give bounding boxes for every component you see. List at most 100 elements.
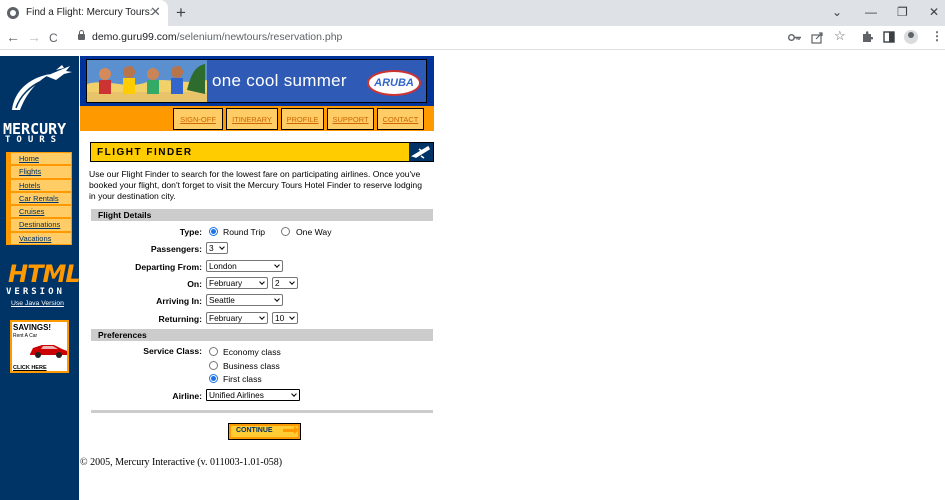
passengers-label: Passengers: <box>150 244 202 254</box>
sidebar-item-label[interactable]: Flights <box>19 167 41 176</box>
business-class-radio[interactable] <box>209 361 218 370</box>
chevron-down-icon <box>289 314 295 320</box>
back-icon[interactable]: ← <box>6 29 20 45</box>
puzzle-icon[interactable] <box>861 31 873 43</box>
lock-icon[interactable] <box>78 30 85 40</box>
chevron-down-icon <box>289 279 295 285</box>
return-day-value: 10 <box>275 313 285 323</box>
nav-sign-off[interactable]: SIGN-OFF <box>173 108 223 130</box>
nav-support[interactable]: SUPPORT <box>327 108 374 130</box>
economy-class-label[interactable]: Economy class <box>223 347 281 357</box>
chevron-down-icon <box>274 262 280 268</box>
flight-finder-header: FLIGHT FINDER <box>90 142 434 162</box>
round-trip-label[interactable]: Round Trip <box>223 227 265 237</box>
logo-tours-text: TOURS <box>5 135 63 145</box>
returning-label: Returning: <box>158 314 202 324</box>
address-bar: ← → C demo.guru99.com/selenium/newtours/… <box>0 26 945 50</box>
java-version-link[interactable]: Use Java Version <box>11 300 64 307</box>
avatar-icon[interactable] <box>904 30 918 44</box>
continue-button-face[interactable]: CONTINUE <box>231 426 299 437</box>
section-heading-text: Flight Details <box>98 210 152 220</box>
nav-label[interactable]: PROFILE <box>286 115 318 124</box>
car-rental-ad[interactable]: SAVINGS! Rent A Car CLICK HERE <box>10 320 69 373</box>
sidebar-item-label[interactable]: Hotels <box>19 181 40 190</box>
finder-intro-text: Use our Flight Finder to search for the … <box>89 169 422 201</box>
sidebar-item-flights[interactable]: Flights <box>6 165 72 179</box>
departing-select[interactable]: London <box>206 260 283 272</box>
departing-value: London <box>209 261 237 271</box>
economy-class-radio[interactable] <box>209 347 218 356</box>
return-month-select[interactable]: February <box>206 312 268 324</box>
departure-day-value: 2 <box>275 278 280 288</box>
top-navigation: SIGN-OFF ITINERARY PROFILE SUPPORT CONTA… <box>80 106 434 131</box>
plane-icon <box>409 143 433 161</box>
sidebar-item-label[interactable]: Home <box>19 154 39 163</box>
sidebar-item-car-rentals[interactable]: Car Rentals <box>6 191 72 206</box>
new-tab-button[interactable]: + <box>176 3 186 23</box>
globe-icon <box>7 7 19 19</box>
preferences-heading: Preferences <box>91 329 433 341</box>
sidebar-item-label[interactable]: Vacations <box>19 234 51 243</box>
nav-itinerary[interactable]: ITINERARY <box>226 108 278 130</box>
close-window-button[interactable]: ✕ <box>929 4 939 20</box>
reload-icon[interactable]: C <box>49 30 58 46</box>
chevron-down-icon <box>219 244 225 250</box>
nav-label[interactable]: CONTACT <box>383 115 419 124</box>
nav-contact[interactable]: CONTACT <box>377 108 424 130</box>
airline-select[interactable]: Unified Airlines <box>206 389 300 401</box>
nav-label[interactable]: ITINERARY <box>232 115 272 124</box>
tab-close-icon[interactable]: ✕ <box>150 5 161 19</box>
departure-month-select[interactable]: February <box>206 277 268 289</box>
url-field[interactable]: demo.guru99.com/selenium/newtours/reserv… <box>92 31 342 43</box>
star-icon[interactable]: ☆ <box>834 29 846 42</box>
nav-label[interactable]: SUPPORT <box>332 115 368 124</box>
one-way-label[interactable]: One Way <box>296 227 332 237</box>
share-icon[interactable] <box>811 31 824 44</box>
car-icon <box>30 345 67 358</box>
copyright-footer: © 2005, Mercury Interactive (v. 011003-1… <box>80 457 283 468</box>
round-trip-radio[interactable] <box>209 227 218 236</box>
sidepanel-icon[interactable] <box>883 31 895 43</box>
arriving-select[interactable]: Seattle <box>206 294 283 306</box>
sidebar-item-cruises[interactable]: Cruises <box>6 205 72 219</box>
return-day-select[interactable]: 10 <box>272 312 298 324</box>
minimize-button[interactable]: — <box>865 4 877 20</box>
flight-details-heading: Flight Details <box>91 209 433 221</box>
browser-tab[interactable]: Find a Flight: Mercury Tours: ✕ <box>0 0 168 26</box>
sidebar-item-home[interactable]: Home <box>6 152 72 166</box>
chevron-down-icon <box>259 314 265 320</box>
aruba-badge: ARUBA <box>367 70 421 96</box>
first-class-label[interactable]: First class <box>223 374 262 384</box>
sidebar-item-label[interactable]: Destinations <box>19 220 60 229</box>
key-icon[interactable] <box>788 33 802 42</box>
url-host: demo.guru99.com <box>92 31 177 43</box>
plane-logo-icon <box>12 65 72 110</box>
summer-banner[interactable]: one cool summer ARUBA <box>80 56 434 106</box>
ad-click-here-link[interactable]: CLICK HERE <box>13 365 47 371</box>
one-way-radio[interactable] <box>281 227 290 236</box>
banner-image: one cool summer ARUBA <box>86 59 427 103</box>
business-class-label[interactable]: Business class <box>223 361 280 371</box>
chevron-down-icon <box>274 296 280 302</box>
left-sidebar: MERCURY TOURS Home Flights Hotels Car Re… <box>0 56 81 500</box>
sidebar-item-destinations[interactable]: Destinations <box>6 218 72 232</box>
departure-day-select[interactable]: 2 <box>272 277 298 289</box>
restore-button[interactable]: ❐ <box>897 4 908 20</box>
sidebar-item-label[interactable]: Cruises <box>19 207 44 216</box>
arriving-label: Arriving In: <box>156 296 202 306</box>
sidebar-item-vacations[interactable]: Vacations <box>6 231 72 246</box>
departure-month-value: February <box>209 278 243 288</box>
arrow-right-icon <box>283 426 299 434</box>
continue-label[interactable]: CONTINUE <box>236 427 273 434</box>
forward-icon[interactable]: → <box>27 29 41 45</box>
nav-profile[interactable]: PROFILE <box>281 108 324 130</box>
chevron-down-icon <box>259 279 265 285</box>
sidebar-item-hotels[interactable]: Hotels <box>6 178 72 192</box>
nav-label[interactable]: SIGN-OFF <box>180 115 216 124</box>
passengers-select[interactable]: 3 <box>206 242 228 254</box>
tab-search-icon[interactable]: ⌄ <box>832 4 842 20</box>
continue-button[interactable]: CONTINUE <box>228 423 301 440</box>
menu-icon[interactable]: ⋮ <box>931 30 943 43</box>
sidebar-item-label[interactable]: Car Rentals <box>19 194 59 203</box>
first-class-radio[interactable] <box>209 374 218 383</box>
